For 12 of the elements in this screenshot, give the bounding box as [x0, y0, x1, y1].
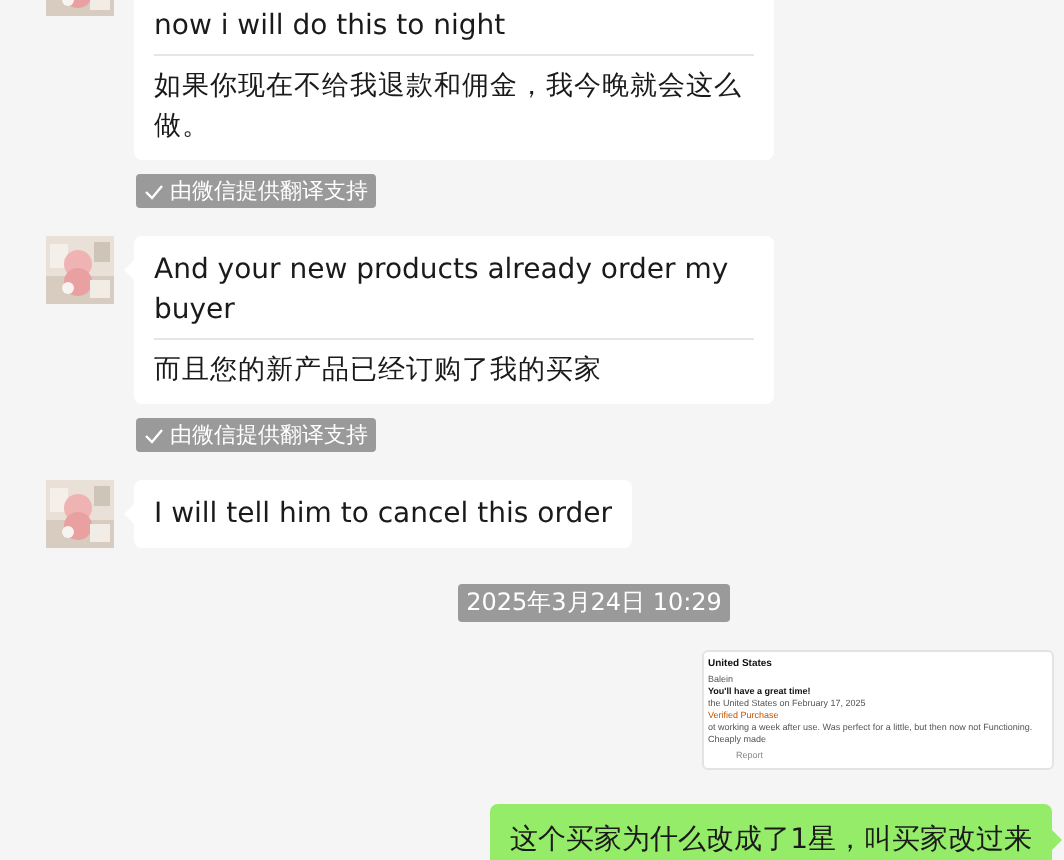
message-text: I will tell him to cancel this order — [154, 496, 612, 534]
translation-text: 而且您的新产品已经订购了我的买家 — [154, 352, 604, 390]
message-bubble[interactable]: now i will do this to night 如果你现在不给我退款和佣金，我今晚就会这么做。 — [134, 0, 774, 160]
translation-note: 由微信提供翻译支持 — [170, 420, 368, 450]
message-bubble[interactable]: 这个买家为什么改成了1星，叫买家改过来 — [490, 804, 1052, 860]
message-bubble[interactable]: And your new products already order my buyer 而且您的新产品已经订购了我的买家 — [134, 236, 774, 404]
translation-text: 如果你现在不给我退款和佣金，我今晚就会这么做。 — [154, 68, 744, 146]
message-bubble[interactable]: I will tell him to cancel this order — [134, 480, 632, 548]
message-text: now i will do this to night — [154, 8, 508, 46]
message-text: And your new products already order my buyer — [154, 252, 731, 330]
translation-note: 由微信提供翻译支持 — [170, 176, 368, 206]
timestamp: 2025年3月24日 10:29 — [458, 584, 730, 622]
